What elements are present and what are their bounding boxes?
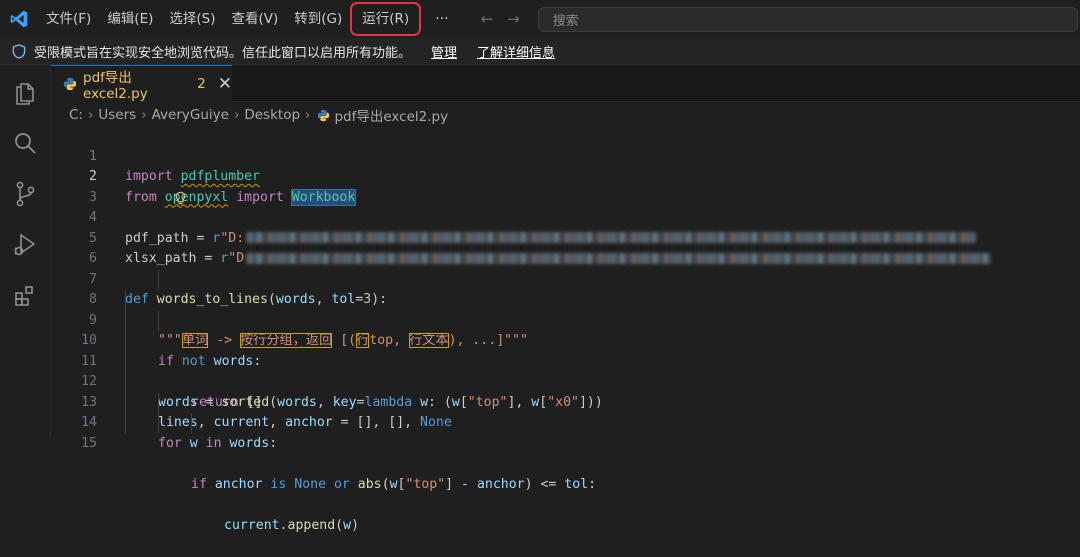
code-line: 9 if not words: xyxy=(51,290,1080,369)
token: w xyxy=(181,435,206,451)
token: anchor xyxy=(476,476,525,492)
breadcrumb-user[interactable]: AveryGuiye xyxy=(152,107,229,123)
code-line: 13 for w in words: xyxy=(51,372,1080,451)
source-control-icon[interactable] xyxy=(12,181,38,207)
activity-bar xyxy=(0,65,51,437)
token: "top" xyxy=(405,476,446,492)
menu-view[interactable]: 查看(V) xyxy=(224,6,287,32)
back-arrow-icon[interactable]: ← xyxy=(481,10,494,28)
run-debug-icon[interactable] xyxy=(12,232,38,258)
extensions-icon[interactable] xyxy=(12,283,38,309)
token: for xyxy=(158,435,182,451)
menu-go[interactable]: 转到(G) xyxy=(286,6,350,32)
code-line: 12 lines, current, anchor = [], [], None xyxy=(51,351,1080,430)
menu-selection[interactable]: 选择(S) xyxy=(161,6,223,32)
chevron-right-icon: › xyxy=(87,107,94,123)
problems-count-badge: 2 xyxy=(197,76,206,92)
code-line: 7 def words_to_lines(words, tol=3): xyxy=(51,249,1080,308)
code-line: 4 pdf_path = r"D: xyxy=(51,188,1080,246)
forward-arrow-icon[interactable]: → xyxy=(507,10,520,28)
token: in xyxy=(205,435,222,451)
token: ( xyxy=(335,517,344,533)
code-editor[interactable]: 1 import pdfplumber 2 from openpyxl impo… xyxy=(51,126,1080,533)
vscode-logo-icon xyxy=(0,0,38,38)
code-line: 1 import pdfplumber xyxy=(51,126,1080,185)
search-placeholder: 搜索 xyxy=(552,13,579,29)
token: ) xyxy=(351,517,360,533)
breadcrumb-drive[interactable]: C: xyxy=(69,107,83,123)
restricted-mode-banner: 受限模式旨在实现安全地浏览代码。信任此窗口以启用所有功能。 管理 了解详细信息 xyxy=(0,38,1080,65)
token: if xyxy=(191,476,207,492)
nav-arrows: ← → xyxy=(461,10,532,28)
token: or xyxy=(333,476,350,492)
breadcrumb-file[interactable]: pdf导出excel2.py xyxy=(334,105,448,125)
token: [ xyxy=(397,476,406,492)
menu-file[interactable]: 文件(F) xyxy=(38,6,99,32)
token: append xyxy=(287,517,336,533)
token: . xyxy=(279,517,288,533)
code-line: 10 return [] xyxy=(51,310,1080,410)
title-bar: 文件(F) 编辑(E) 选择(S) 查看(V) 转到(G) 运行(R) ··· … xyxy=(0,0,1080,38)
code-line: 2 from openpyxl import Workbook xyxy=(51,147,1080,206)
shield-icon xyxy=(12,43,26,59)
search-box[interactable]: 搜索 xyxy=(537,6,1078,32)
token: anchor xyxy=(206,476,271,492)
menu-edit[interactable]: 编辑(E) xyxy=(99,6,161,32)
code-line: 15 current.append(w) xyxy=(51,413,1080,533)
chevron-right-icon: › xyxy=(233,107,240,123)
breadcrumb-users[interactable]: Users xyxy=(98,107,136,123)
learn-more-link[interactable]: 了解详细信息 xyxy=(477,42,555,61)
menu-run[interactable]: 运行(R) xyxy=(350,2,422,36)
tab-pdf-export[interactable]: pdf导出excel2.py 2 ✕ xyxy=(51,65,232,102)
manage-link[interactable]: 管理 xyxy=(431,42,457,61)
token: w xyxy=(389,476,398,492)
python-file-icon xyxy=(63,77,77,91)
chevron-right-icon: › xyxy=(141,107,147,123)
code-line: 8 """单词 -> 按行分组，返回 [(行top, 行文本), ...]""" xyxy=(51,269,1080,348)
code-line: 5 xlsx_path = r"D xyxy=(51,208,1080,266)
token: ( xyxy=(381,476,390,492)
code-line: 14 if anchor is None or abs(w["top"] - a… xyxy=(51,392,1080,492)
token: tol xyxy=(564,476,589,492)
search-icon[interactable] xyxy=(12,130,38,156)
token: w xyxy=(343,517,352,533)
breadcrumb-desktop[interactable]: Desktop xyxy=(244,107,300,123)
code-line: 11 words = sorted(words, key=lambda w: (… xyxy=(51,331,1080,410)
token: ) <= xyxy=(524,476,565,492)
chevron-right-icon: › xyxy=(305,107,311,123)
token: None xyxy=(286,476,334,492)
tab-filename: pdf导出excel2.py xyxy=(83,70,148,102)
code-line: 3 xyxy=(51,167,1080,205)
python-file-icon xyxy=(317,109,330,122)
menu-bar: 文件(F) 编辑(E) 选择(S) 查看(V) 转到(G) 运行(R) ··· xyxy=(38,0,461,38)
token: ] - xyxy=(445,476,477,492)
token: abs xyxy=(349,476,382,492)
token: current xyxy=(224,517,280,533)
editor-tabs: pdf导出excel2.py 2 ✕ xyxy=(51,65,1080,102)
token: : xyxy=(588,476,597,492)
token: is xyxy=(270,476,287,492)
close-tab-icon[interactable]: ✕ xyxy=(218,74,232,94)
more-menu-icon[interactable]: ··· xyxy=(423,11,460,27)
token: : xyxy=(269,435,278,451)
token: words xyxy=(221,435,270,451)
code-line: 6 xyxy=(51,229,1080,266)
banner-message: 受限模式旨在实现安全地浏览代码。信任此窗口以启用所有功能。 xyxy=(34,45,412,61)
explorer-files-icon[interactable] xyxy=(12,79,38,105)
breadcrumb: C: › Users › AveryGuiye › Desktop › pdf导… xyxy=(51,102,1080,128)
